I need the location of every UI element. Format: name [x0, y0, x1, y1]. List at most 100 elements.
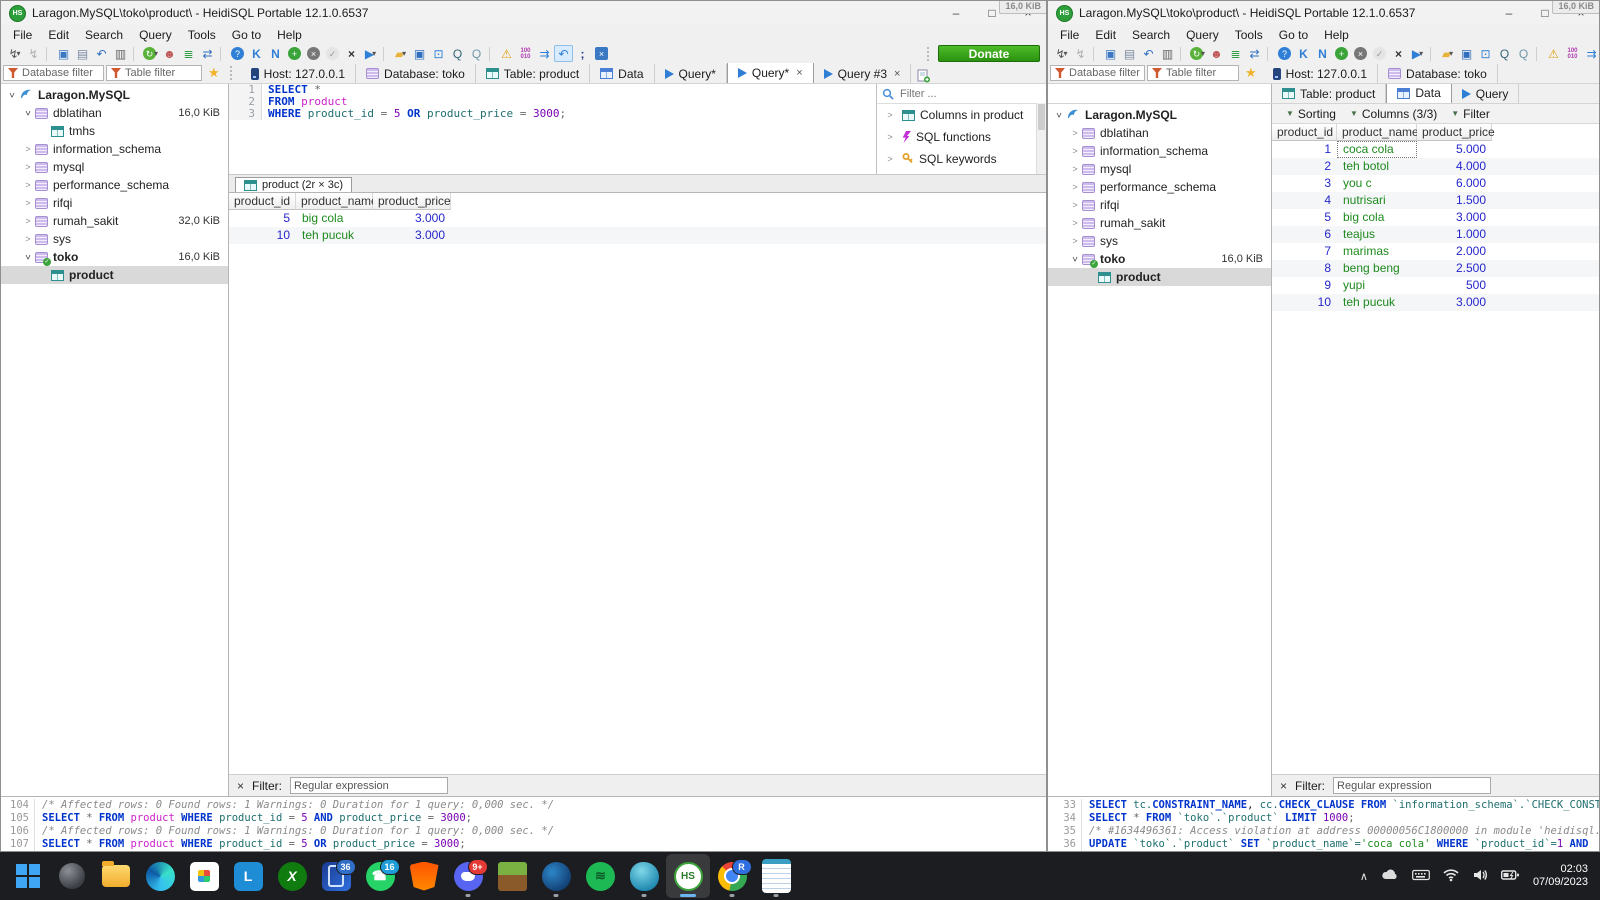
dropdown-caret-icon[interactable]: ▾ [402, 49, 406, 58]
menu-search[interactable]: Search [77, 25, 131, 44]
grid-cell[interactable]: big cola [1337, 209, 1417, 226]
helper-scrollbar[interactable] [1036, 103, 1046, 174]
taskbar-whatsapp-button[interactable]: ☎ 16 [358, 854, 402, 898]
dropdown-caret-icon[interactable]: ▾ [1419, 49, 1423, 58]
grid-cell[interactable]: teh pucuk [296, 227, 373, 244]
tree-item-dblatihan[interactable]: > dblatihan [1048, 124, 1271, 142]
connect-button[interactable]: ↯ ▾ [1052, 45, 1071, 62]
grid-cell[interactable]: 3.000 [373, 210, 451, 227]
sorting-dropdown[interactable]: ▼ Sorting [1286, 107, 1336, 121]
tree-item-rifqi[interactable]: > rifqi [1048, 196, 1271, 214]
tree-item-tmhs[interactable]: tmhs 16,0 KiB [1, 1, 1046, 140]
paste-button[interactable]: ▤ [73, 45, 92, 62]
onedrive-cloud-icon[interactable] [1381, 869, 1399, 884]
helper-filter-input[interactable] [898, 86, 1041, 101]
export-button[interactable]: ≣ [179, 45, 198, 62]
tree-item-product[interactable]: product 16,0 KiB [1, 1, 1046, 284]
taskbar-blue-app-button[interactable] [534, 854, 578, 898]
taskbar-laragon-button[interactable]: L [226, 854, 270, 898]
taskbar-chrome-button[interactable]: R [710, 854, 754, 898]
grid-filter-input[interactable] [290, 777, 449, 794]
taskbar-discord-button[interactable]: 9+ [446, 854, 490, 898]
grid-cell[interactable]: 5 [1272, 209, 1337, 226]
new-query-tab-button[interactable] [911, 69, 936, 83]
save-button[interactable]: ▣ [1457, 45, 1476, 62]
helper-item-sql-functions[interactable]: > SQL functions [877, 126, 1046, 148]
grid-cell[interactable]: 7 [1272, 243, 1337, 260]
reconnect-button[interactable]: ⇄ [1245, 45, 1264, 62]
user-manager-button[interactable]: ☻ [160, 45, 179, 62]
grid-cell[interactable]: you c [1337, 175, 1417, 192]
taskbar-search-button[interactable] [50, 854, 94, 898]
undo-button[interactable]: ↶ [1139, 45, 1158, 62]
dropdown-caret-icon[interactable]: ▾ [1449, 49, 1453, 58]
titlebar-right[interactable]: HS Laragon.MySQL\toko\product\ - HeidiSQ… [1048, 1, 1599, 25]
scrollbar-thumb[interactable] [1038, 104, 1045, 130]
print-button[interactable]: ▥ [1158, 45, 1177, 62]
tab-query[interactable]: Query* × [726, 63, 814, 83]
column-header-product-price[interactable]: product_price [1417, 124, 1495, 141]
close-tab-icon[interactable]: × [796, 67, 802, 79]
grid-cell[interactable]: 3.000 [1417, 209, 1492, 226]
tab-query[interactable]: Query [1452, 84, 1520, 103]
run-query-button[interactable]: ▶ ▾ [1408, 45, 1427, 62]
menu-query[interactable]: Query [1178, 25, 1227, 44]
find-button[interactable]: Q [1495, 45, 1514, 62]
close-tab-icon[interactable]: × [894, 68, 900, 80]
go-last-button[interactable]: N [266, 45, 285, 62]
menu-tools[interactable]: Tools [1227, 25, 1271, 44]
grid-cell[interactable]: yupi [1337, 277, 1417, 294]
reconnect-button[interactable]: ⇄ [198, 45, 217, 62]
grid-cell[interactable]: 9 [1272, 277, 1337, 294]
grid-cell[interactable]: 500 [1417, 277, 1492, 294]
taskbar-clock[interactable]: 02:03 07/09/2023 [1533, 863, 1588, 889]
tree-item-toko[interactable]: > toko 16,0 KiB [1, 248, 228, 266]
titlebar-left[interactable]: HS Laragon.MySQL\toko\product\ - HeidiSQ… [1, 1, 1046, 25]
tree-item-dblatihan[interactable]: > dblatihan 16,0 KiB [1, 104, 228, 122]
taskbar-phone-link-button[interactable]: 36 [314, 854, 358, 898]
copy-button[interactable]: ▣ [1101, 45, 1120, 62]
grid-cell[interactable]: 5 [229, 210, 296, 227]
grid-cell[interactable]: 2 [1272, 158, 1337, 175]
insert-row-button[interactable]: + [285, 45, 304, 62]
tree-item-laragon-mysql[interactable]: > Laragon.MySQL [1, 86, 228, 104]
refresh-button[interactable]: ↻ ▾ [1188, 45, 1207, 62]
post-button[interactable]: ✓ [323, 45, 342, 62]
tree-item-information-schema[interactable]: > information_schema [1048, 142, 1271, 160]
tab-data[interactable]: Data [590, 64, 655, 83]
tab-table-product[interactable]: Table: product [476, 64, 591, 83]
dropdown-caret-icon[interactable]: ▾ [154, 49, 158, 58]
stop-button[interactable]: × [342, 45, 361, 62]
monitor-button[interactable]: ⊡ [429, 45, 448, 62]
grid-cell[interactable]: teajus [1337, 226, 1417, 243]
binary-view-button[interactable]: 100 010 [1563, 45, 1582, 62]
tree-item-performance-schema[interactable]: > performance_schema [1048, 178, 1271, 196]
grid-cell[interactable]: big cola [296, 210, 373, 227]
taskbar-microsoft-store-button[interactable] [182, 854, 226, 898]
grid-cell[interactable]: 3 [1272, 175, 1337, 192]
open-file-button[interactable]: ▰ ▾ [1438, 45, 1457, 62]
menu-file[interactable]: File [5, 25, 40, 44]
grid-cell[interactable]: 5.000 [1417, 141, 1492, 158]
open-file-button[interactable]: ▰ ▾ [391, 45, 410, 62]
help-button[interactable]: ? [228, 45, 247, 62]
table-filter-input[interactable]: Table filter [106, 65, 202, 81]
cancel-button[interactable]: × [1351, 45, 1370, 62]
clear-filter-icon[interactable]: × [237, 779, 244, 793]
taskbar-start-button[interactable] [6, 854, 50, 898]
go-last-button[interactable]: N [1313, 45, 1332, 62]
tree-item-toko[interactable]: > toko 16,0 KiB [1048, 250, 1271, 268]
tab-table-product[interactable]: Table: product [1272, 84, 1387, 103]
menu-help[interactable]: Help [1316, 25, 1357, 44]
print-button[interactable]: ▥ [111, 45, 130, 62]
taskbar-notes-button[interactable] [754, 854, 798, 898]
semicolon-button[interactable]: ; [573, 45, 592, 62]
warn-rows-button[interactable]: ⚠ [497, 45, 516, 62]
menu-go-to[interactable]: Go to [224, 25, 269, 44]
grid-cell[interactable]: teh pucuk [1337, 294, 1417, 311]
table-filter-input[interactable]: Table filter [1147, 65, 1239, 81]
helper-item-sql-keywords[interactable]: > SQL keywords [877, 148, 1046, 170]
post-button[interactable]: ✓ [1370, 45, 1389, 62]
menu-help[interactable]: Help [269, 25, 310, 44]
result-tab[interactable]: product (2r × 3c) [235, 177, 353, 192]
